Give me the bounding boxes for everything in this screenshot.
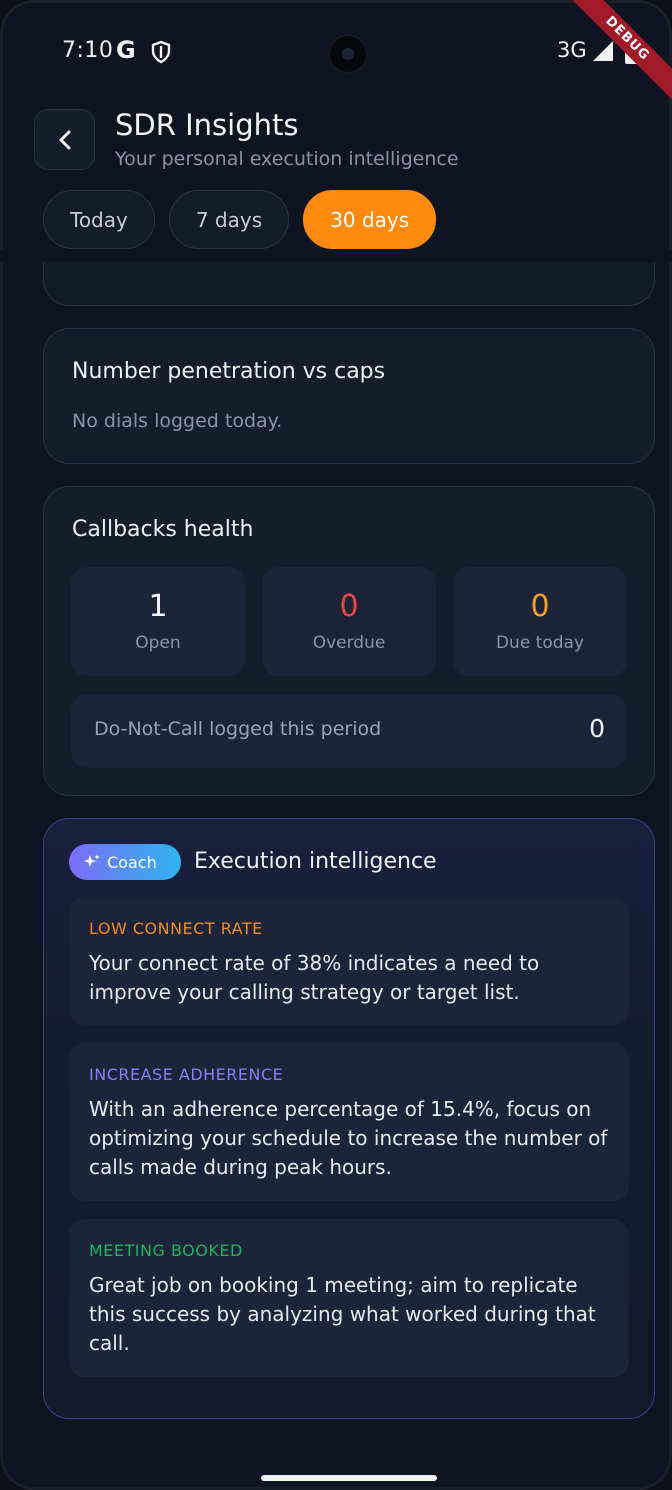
network-type: 3G bbox=[557, 38, 587, 62]
insight-text: With an adherence percentage of 15.4%, f… bbox=[89, 1097, 608, 1179]
back-button[interactable] bbox=[34, 109, 95, 170]
callbacks-title: Callbacks health bbox=[72, 517, 254, 542]
signal-icon bbox=[593, 41, 613, 61]
insight-tag: LOW CONNECT RATE bbox=[89, 919, 263, 938]
status-time: 7:10 bbox=[62, 38, 114, 63]
insight-card: MEETING BOOKED Great job on booking 1 me… bbox=[69, 1219, 629, 1377]
stat-value: 1 bbox=[148, 589, 168, 624]
coach-title: Execution intelligence bbox=[194, 849, 437, 874]
front-camera bbox=[330, 36, 366, 72]
status-bar: 7:10 G 3G DEBUG bbox=[0, 0, 672, 100]
shield-icon bbox=[151, 40, 171, 64]
dnc-row: Do-Not-Call logged this period 0 bbox=[71, 694, 627, 768]
tab-30-days[interactable]: 30 days bbox=[303, 190, 437, 249]
home-indicator[interactable] bbox=[261, 1475, 437, 1481]
coach-badge: Coach bbox=[69, 844, 181, 880]
insight-tag: INCREASE ADHERENCE bbox=[89, 1065, 284, 1084]
insight-card: LOW CONNECT RATE Your connect rate of 38… bbox=[69, 897, 629, 1025]
callbacks-card: Callbacks health 1 Open 0 Overdue 0 Due … bbox=[43, 486, 655, 796]
insight-text: Your connect rate of 38% indicates a nee… bbox=[89, 951, 540, 1004]
stat-value: 0 bbox=[530, 589, 550, 624]
penetration-empty-text: No dials logged today. bbox=[72, 410, 283, 432]
stat-label: Overdue bbox=[312, 633, 386, 653]
insight-card: INCREASE ADHERENCE With an adherence per… bbox=[69, 1043, 629, 1201]
dnc-label: Do-Not-Call logged this period bbox=[94, 718, 382, 740]
execution-intelligence-card: Coach Execution intelligence LOW CONNECT… bbox=[43, 818, 655, 1419]
page-subtitle: Your personal execution intelligence bbox=[115, 148, 459, 170]
sparkle-icon bbox=[84, 854, 100, 867]
stat-label: Due today bbox=[495, 633, 585, 653]
scroll-edge bbox=[0, 250, 672, 262]
google-icon: G bbox=[116, 36, 136, 64]
penetration-title: Number penetration vs caps bbox=[72, 359, 386, 384]
tab-7-days[interactable]: 7 days bbox=[168, 190, 290, 249]
tab-today[interactable]: Today bbox=[43, 190, 155, 249]
coach-badge-label: Coach bbox=[107, 852, 157, 872]
app-screen: 7:10 G 3G DEBUG SDR Insights Your person… bbox=[0, 0, 672, 1490]
chevron-left-icon bbox=[59, 130, 70, 149]
penetration-card: Number penetration vs caps No dials logg… bbox=[43, 328, 655, 464]
period-tabs: Today 7 days 30 days bbox=[43, 190, 437, 249]
stat-label: Open bbox=[135, 633, 181, 653]
stat-open: 1 Open bbox=[71, 567, 245, 676]
insight-text: Great job on booking 1 meeting; aim to r… bbox=[89, 1273, 596, 1355]
page-title: SDR Insights bbox=[115, 108, 299, 142]
stat-value: 0 bbox=[339, 589, 359, 624]
insight-tag: MEETING BOOKED bbox=[89, 1241, 243, 1260]
dnc-value: 0 bbox=[589, 714, 605, 743]
stat-overdue: 0 Overdue bbox=[262, 567, 436, 676]
stat-due-today: 0 Due today bbox=[453, 567, 627, 676]
